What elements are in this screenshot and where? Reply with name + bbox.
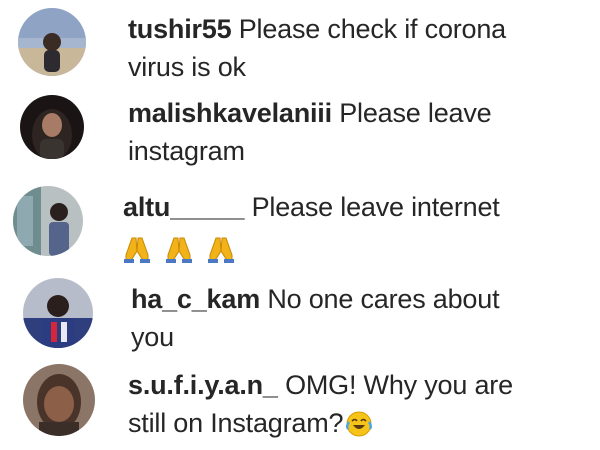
comment-body: Please leave internet [251, 192, 500, 222]
comment-username[interactable]: malishkavelaniii [128, 98, 332, 128]
comment-text: tushir55 Please check if corona virus is… [128, 10, 588, 86]
folded-hands-icon [207, 235, 235, 263]
comment-body: OMG! Why you are [285, 370, 513, 400]
comment-item: tushir55 Please check if corona virus is… [0, 0, 600, 90]
avatar[interactable] [20, 95, 84, 159]
comment-body-line2: still on Instagram? [128, 408, 344, 438]
comment-username[interactable]: s.u.f.i.y.a.n_ [128, 370, 278, 400]
comment-body-line2: instagram [128, 136, 245, 166]
comment-item: ha_c_kam No one cares about you [0, 275, 600, 360]
comment-item: s.u.f.i.y.a.n_ OMG! Why you are still on… [0, 362, 600, 450]
comments-list: tushir55 Please check if corona virus is… [0, 0, 600, 450]
comment-text: ha_c_kam No one cares about you [131, 280, 591, 356]
face-with-tears-of-joy-icon [345, 410, 373, 438]
avatar[interactable] [13, 186, 83, 256]
folded-hands-icon [123, 235, 151, 263]
avatar[interactable] [23, 278, 93, 348]
comment-text: malishkavelaniii Please leave instagram [128, 94, 588, 170]
comment-item: altu_____ Please leave internet [0, 180, 600, 275]
avatar[interactable] [23, 364, 95, 436]
comment-body-line2: virus is ok [128, 52, 246, 82]
comment-username[interactable]: ha_c_kam [131, 284, 260, 314]
comment-text: s.u.f.i.y.a.n_ OMG! Why you are still on… [128, 366, 593, 442]
comment-body: Please leave [339, 98, 492, 128]
comment-item: malishkavelaniii Please leave instagram [0, 90, 600, 180]
avatar[interactable] [18, 8, 86, 76]
emoji-row [123, 229, 593, 267]
comment-body: Please check if corona [238, 14, 506, 44]
comment-body: No one cares about [267, 284, 500, 314]
folded-hands-icon [165, 235, 193, 263]
comment-body-line2: you [131, 322, 174, 352]
comment-username[interactable]: altu_____ [123, 192, 244, 222]
comment-username[interactable]: tushir55 [128, 14, 232, 44]
comment-text: altu_____ Please leave internet [123, 188, 593, 267]
